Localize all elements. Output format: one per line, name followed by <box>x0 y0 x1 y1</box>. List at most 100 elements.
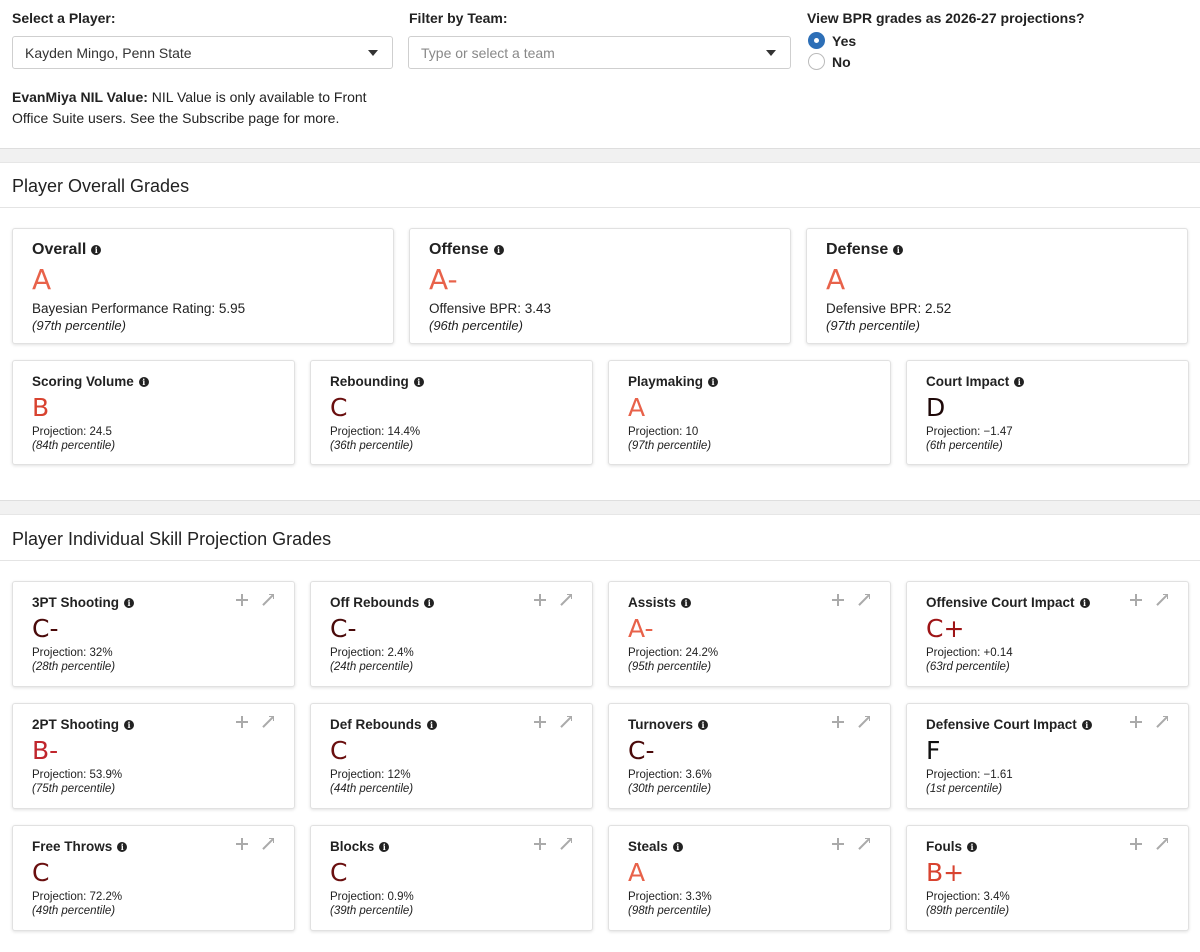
grade-percentile: (39th percentile) <box>330 905 414 917</box>
grade-card-rebounding: Rebounding i C Projection: 14.4% (36th perce… <box>310 360 593 465</box>
info-icon[interactable]: i <box>124 597 134 608</box>
grade-detail: Projection: 14.4% <box>330 426 421 438</box>
grade-letter: C <box>330 393 348 422</box>
grade-detail: Projection: +0.14 <box>926 647 1013 659</box>
info-icon[interactable]: i <box>1081 719 1092 730</box>
grade-card-defensive-court-impact: Defensive Court Impact i F Projection: −1.6… <box>906 703 1189 809</box>
plus-icon[interactable] <box>1130 838 1142 850</box>
grade-letter: C- <box>32 614 59 643</box>
expand-icon[interactable] <box>858 838 870 850</box>
info-icon[interactable]: i <box>124 719 134 730</box>
player-select[interactable]: Kayden Mingo, Penn State <box>12 36 393 69</box>
card-title: Assists i <box>628 595 692 610</box>
section-divider <box>0 500 1200 515</box>
expand-icon[interactable] <box>560 838 572 850</box>
plus-icon[interactable] <box>534 716 546 728</box>
grade-percentile: (1st percentile) <box>926 783 1003 795</box>
info-icon[interactable]: i <box>1014 376 1025 387</box>
card-title: 3PT Shooting i <box>32 595 134 610</box>
expand-icon[interactable] <box>262 716 274 728</box>
info-icon[interactable]: i <box>493 245 504 255</box>
expand-icon[interactable] <box>1156 594 1168 606</box>
plus-icon[interactable] <box>236 716 248 728</box>
info-icon[interactable]: i <box>672 841 683 852</box>
grade-percentile: (97th percentile) <box>628 440 712 452</box>
card-title: Rebounding i <box>330 374 424 389</box>
card-title-text: 3PT Shooting <box>32 595 119 610</box>
plus-icon[interactable] <box>832 594 844 606</box>
radio-selected-icon[interactable] <box>808 32 825 49</box>
expand-icon[interactable] <box>262 838 274 850</box>
card-title: Steals i <box>628 839 683 854</box>
card-title-text: Court Impact <box>926 374 1010 389</box>
grade-card-offensive-court-impact: Offensive Court Impact i C+ Projection: +0.… <box>906 581 1189 687</box>
plus-icon[interactable] <box>236 594 248 606</box>
grade-percentile: (97th percentile) <box>32 318 126 333</box>
expand-icon[interactable] <box>1156 716 1168 728</box>
expand-icon[interactable] <box>560 716 572 728</box>
card-title: Offensive Court Impact i <box>926 595 1090 610</box>
grade-card-assists: Assists i A- Projection: 24.2% (95th percent… <box>608 581 891 687</box>
grade-percentile: (28th percentile) <box>32 661 116 673</box>
expand-icon[interactable] <box>560 594 572 606</box>
plus-icon[interactable] <box>1130 716 1142 728</box>
card-title-text: Def Rebounds <box>330 717 422 732</box>
card-title-text: Defensive Court Impact <box>926 717 1077 732</box>
grade-detail: Projection: 72.2% <box>32 891 123 903</box>
grade-card-steals: Steals i A Projection: 3.3% (98th percentile… <box>608 825 891 931</box>
team-filter-placeholder: Type or select a team <box>421 45 555 61</box>
team-filter-select[interactable]: Type or select a team <box>408 36 791 69</box>
plus-icon[interactable] <box>832 838 844 850</box>
expand-icon[interactable] <box>858 594 870 606</box>
info-icon[interactable]: i <box>117 841 128 852</box>
player-select-value: Kayden Mingo, Penn State <box>25 45 192 61</box>
radio-yes[interactable]: Yes <box>808 32 856 49</box>
info-icon[interactable]: i <box>424 597 435 608</box>
grade-letter: B+ <box>926 858 965 887</box>
info-icon[interactable]: i <box>893 245 904 255</box>
info-icon[interactable]: i <box>1079 597 1090 608</box>
nil-notice: EvanMiya NIL Value: NIL Value is only av… <box>12 87 392 129</box>
info-icon[interactable]: i <box>426 719 437 730</box>
expand-icon[interactable] <box>262 594 274 606</box>
card-title-text: Offense <box>429 241 489 258</box>
plus-icon[interactable] <box>236 838 248 850</box>
card-tools <box>1130 594 1168 606</box>
grade-percentile: (30th percentile) <box>628 783 712 795</box>
info-icon[interactable]: i <box>138 376 149 387</box>
grade-percentile: (63rd percentile) <box>926 661 1010 673</box>
plus-icon[interactable] <box>1130 594 1142 606</box>
grade-detail: Projection: −1.47 <box>926 426 1013 438</box>
info-icon[interactable]: i <box>413 376 424 387</box>
expand-icon[interactable] <box>1156 838 1168 850</box>
card-title: Offense i <box>429 241 504 259</box>
info-icon[interactable]: i <box>91 245 102 255</box>
radio-no[interactable]: No <box>808 53 851 70</box>
plus-icon[interactable] <box>832 716 844 728</box>
info-icon[interactable]: i <box>708 376 719 387</box>
info-icon[interactable]: i <box>967 841 977 852</box>
info-icon[interactable]: i <box>681 597 692 608</box>
grade-detail: Projection: 24.2% <box>628 647 719 659</box>
plus-icon[interactable] <box>534 838 546 850</box>
info-icon[interactable]: i <box>379 841 390 852</box>
info-icon[interactable]: i <box>698 719 709 730</box>
team-filter-label: Filter by Team: <box>409 10 508 26</box>
grade-letter: A <box>32 263 52 296</box>
card-title: Free Throws i <box>32 839 128 854</box>
radio-unselected-icon[interactable] <box>808 53 825 70</box>
grade-letter: F <box>926 736 941 765</box>
expand-icon[interactable] <box>858 716 870 728</box>
grade-detail: Projection: 2.4% <box>330 647 414 659</box>
grade-card-defense: Defense i A Defensive BPR: 2.52 (97th percen… <box>806 228 1188 344</box>
nil-notice-heading: EvanMiya NIL Value: <box>12 89 148 105</box>
grade-letter: A <box>826 263 846 296</box>
plus-icon[interactable] <box>534 594 546 606</box>
grade-letter: C- <box>330 614 357 643</box>
grade-percentile: (96th percentile) <box>429 318 523 333</box>
card-title-text: Free Throws <box>32 839 113 854</box>
card-tools <box>832 594 870 606</box>
grade-percentile: (89th percentile) <box>926 905 1010 917</box>
grade-percentile: (84th percentile) <box>32 440 116 452</box>
grade-letter: C <box>330 858 348 887</box>
